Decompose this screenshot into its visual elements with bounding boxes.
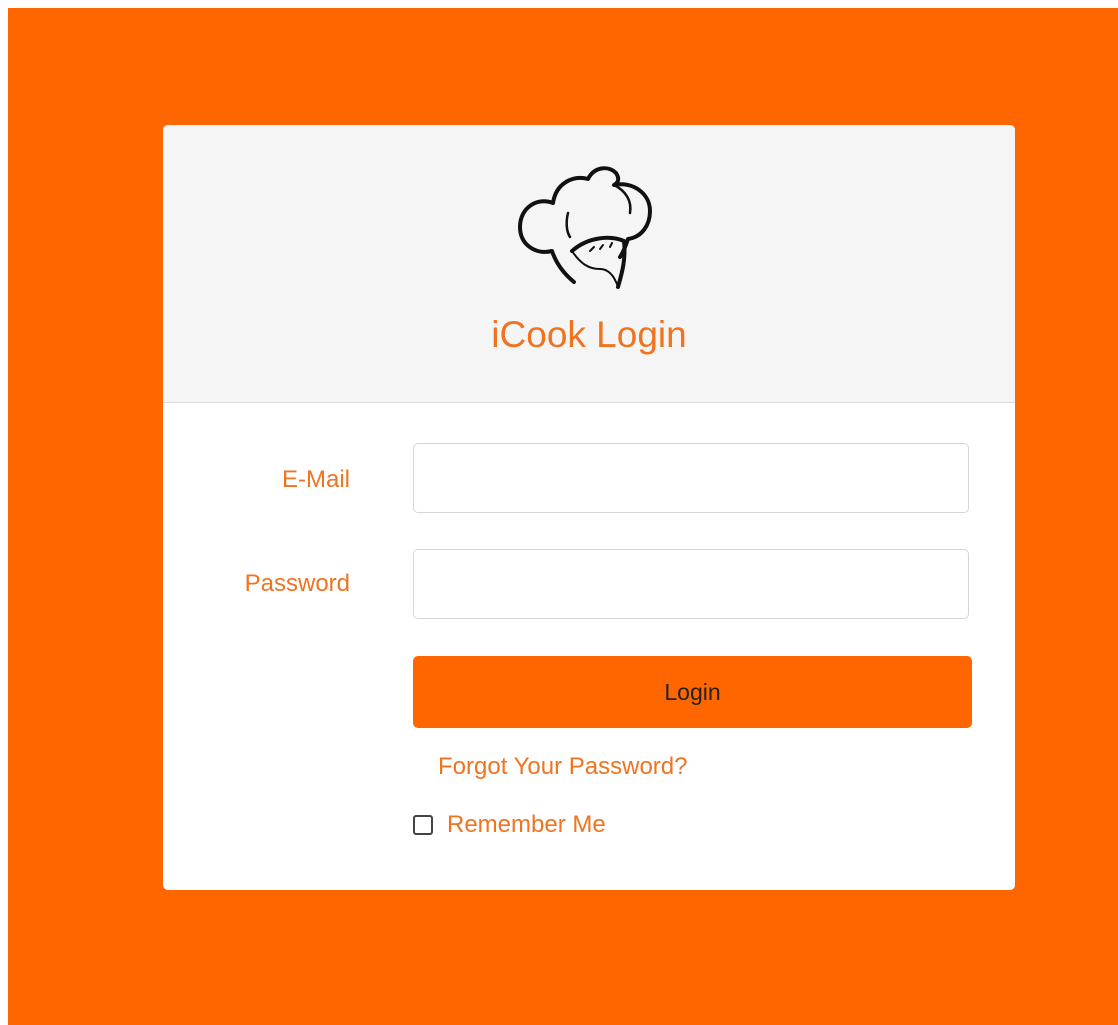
login-button[interactable]: Login bbox=[413, 656, 972, 728]
remember-me-checkbox[interactable] bbox=[413, 815, 433, 835]
login-card: iCook Login E-Mail Password Login Forgot… bbox=[163, 125, 1015, 890]
email-label: E-Mail bbox=[281, 466, 350, 493]
remember-me-label[interactable]: Remember Me bbox=[447, 810, 606, 840]
forgot-password-link[interactable]: Forgot Your Password? bbox=[438, 752, 687, 782]
page-title: iCook Login bbox=[491, 314, 687, 355]
remember-me-row: Remember Me bbox=[413, 810, 606, 840]
card-header: iCook Login bbox=[163, 125, 1015, 403]
email-field[interactable] bbox=[413, 443, 969, 513]
password-label: Password bbox=[244, 570, 350, 597]
page-background: iCook Login E-Mail Password Login Forgot… bbox=[8, 8, 1118, 1025]
chef-hat-icon bbox=[518, 166, 652, 289]
password-field[interactable] bbox=[413, 549, 969, 619]
